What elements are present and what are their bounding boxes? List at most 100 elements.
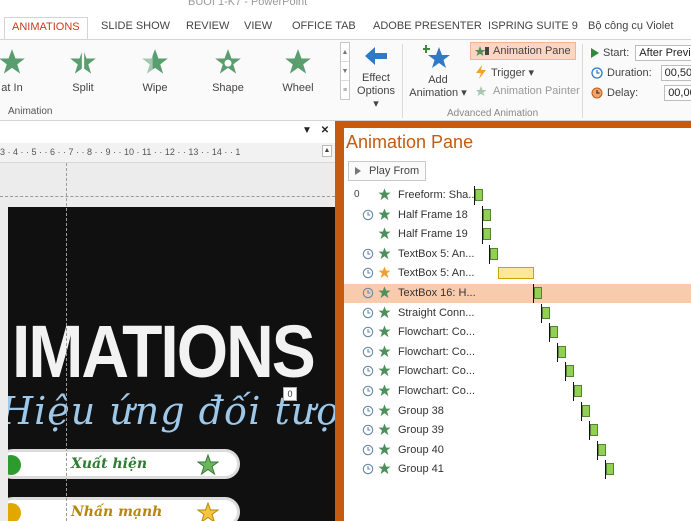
tab-view[interactable]: VIEW (244, 20, 272, 32)
animation-item-name: Group 39 (398, 424, 444, 437)
animation-list-item[interactable]: TextBox 5: An... (344, 244, 691, 264)
animation-list-item[interactable]: Flowchart: Co... (344, 382, 691, 401)
timeline-bar[interactable] (534, 287, 542, 299)
animation-list-item[interactable]: Flowchart: Co... (344, 342, 691, 362)
animation-painter-button[interactable]: Animation Painter (475, 82, 580, 100)
timeline-marker (482, 205, 483, 225)
close-icon[interactable]: ✕ (318, 124, 332, 138)
animation-pane: Animation Pane Play From 0 Freeform: Sha.… (344, 128, 691, 521)
timeline-bar[interactable] (574, 385, 582, 397)
play-from-button[interactable]: Play From (348, 161, 427, 181)
tab-violet-tools[interactable]: Bộ công cụ Violet (588, 20, 673, 32)
timeline-bar[interactable] (582, 404, 590, 417)
timeline-bar[interactable] (490, 247, 498, 260)
clock-icon (362, 346, 374, 358)
animation-list-item[interactable]: Half Frame 19 (344, 225, 691, 245)
animation-list-item[interactable]: Group 39 (344, 421, 691, 441)
delay-clock-icon (591, 87, 603, 99)
animation-list-item[interactable]: TextBox 16: H... (344, 284, 691, 303)
tab-animations[interactable]: ANIMATIONS (4, 17, 88, 41)
gallery-up-icon[interactable]: ▲ (341, 43, 349, 62)
vertical-guide (66, 163, 67, 521)
animation-split[interactable]: Split (53, 48, 113, 94)
animation-item-name: Flowchart: Co... (398, 326, 476, 339)
effect-star-icon (378, 188, 391, 201)
animation-item-name: Group 38 (398, 404, 444, 417)
animation-list-item[interactable]: 0 Freeform: Sha... (344, 186, 691, 205)
duration-label: Duration: (607, 67, 652, 79)
delay-input[interactable]: 00,00 (664, 85, 691, 101)
effect-star-icon (378, 286, 391, 299)
add-animation-star-icon (423, 45, 450, 68)
timeline-bar[interactable] (550, 326, 558, 339)
trigger-button[interactable]: Trigger ▾ (475, 63, 534, 81)
tab-office-tab[interactable]: OFFICE TAB (292, 20, 356, 32)
timeline-marker (541, 303, 542, 323)
animation-wipe[interactable]: Wipe (125, 48, 185, 94)
delay-row: Delay: 00,00 (591, 84, 691, 102)
add-animation-button[interactable]: Add Animation ▾ (408, 44, 468, 100)
timeline-bar[interactable] (598, 443, 606, 456)
effect-star-icon (378, 423, 391, 436)
slide[interactable]: IMATIONS Hiệu ứng đối tượng Xuất hiện Nh… (8, 207, 335, 521)
gallery-more-icon[interactable]: ≡ (341, 81, 349, 100)
start-dropdown[interactable]: After Previo (635, 45, 691, 61)
timeline-bar[interactable] (498, 267, 534, 280)
duration-input[interactable]: 00,50 (660, 65, 691, 81)
slide-title: IMATIONS (12, 309, 316, 393)
animation-shape[interactable]: Shape (198, 48, 258, 94)
effect-star-icon (378, 443, 391, 455)
timeline-bar[interactable] (606, 463, 614, 476)
effect-star-icon (378, 345, 391, 357)
tab-adobe-presenter[interactable]: ADOBE PRESENTER (373, 20, 482, 32)
timeline-bar[interactable] (483, 208, 491, 221)
clock-icon (362, 405, 374, 416)
animation-painter-icon (476, 86, 487, 96)
title-bar: BUOI 1-K7 - PowerPoint (0, 0, 691, 14)
animation-item-name: Group 40 (398, 443, 444, 456)
animation-list-item[interactable]: TextBox 5: An... (344, 264, 691, 283)
split-star-icon (70, 48, 96, 76)
tab-review[interactable]: REVIEW (186, 20, 229, 32)
animation-list-item[interactable]: Flowchart: Co... (344, 323, 691, 343)
gallery-down-icon[interactable]: ▼ (341, 62, 349, 81)
animation-fade-in[interactable]: at In (0, 48, 42, 94)
tab-ispring-suite[interactable]: ISPRING SUITE 9 (488, 20, 578, 32)
powerpoint-window: BUOI 1-K7 - PowerPoint ANIMATIONS SLIDE … (0, 0, 691, 521)
animation-list-item[interactable]: Group 41 (344, 460, 691, 480)
timeline-bar[interactable] (475, 189, 483, 201)
dropdown-arrow-icon[interactable]: ▼ (300, 124, 314, 138)
animation-list-item[interactable]: Group 38 (344, 401, 691, 421)
tab-slide-show[interactable]: SLIDE SHOW (101, 20, 170, 32)
group-separator (582, 44, 583, 118)
group-label-animation: Animation (8, 106, 53, 117)
animation-list-item[interactable]: Flowchart: Co... (344, 362, 691, 382)
timeline-bar[interactable] (542, 306, 550, 319)
animation-pane-title: Animation Pane (346, 132, 474, 152)
effect-star-icon (378, 208, 391, 220)
timeline-bar[interactable] (590, 424, 598, 437)
wipe-star-icon (141, 48, 168, 76)
animation-list-item[interactable]: Straight Conn... (344, 303, 691, 323)
timeline-bar[interactable] (558, 345, 566, 358)
scroll-up-icon[interactable]: ▲ (322, 145, 332, 157)
animation-painter-label: Animation Painter (493, 85, 580, 97)
timeline-marker (573, 382, 574, 401)
clock-icon (362, 268, 374, 279)
animation-label: Wheel (282, 82, 314, 94)
animation-wheel[interactable]: Wheel (268, 48, 328, 94)
effect-options-button[interactable]: Effect Options ▾ (356, 44, 396, 111)
animation-label: Shape (212, 82, 244, 94)
play-icon (355, 167, 361, 175)
animation-pane-button[interactable]: Animation Pane (470, 42, 576, 60)
timeline-marker (597, 440, 598, 460)
timeline-bar[interactable] (566, 365, 574, 378)
star-burst-icon (197, 454, 219, 476)
animation-list-item[interactable]: Half Frame 18 (344, 205, 691, 225)
timeline-bar[interactable] (483, 228, 491, 241)
star-burst-icon (197, 502, 219, 521)
ribbon-tabs: ANIMATIONS SLIDE SHOW REVIEW VIEW OFFICE… (0, 14, 691, 41)
clock-icon (362, 366, 374, 377)
animation-list-item[interactable]: Group 40 (344, 440, 691, 460)
gallery-scroll[interactable]: ▲ ▼ ≡ (340, 42, 350, 100)
